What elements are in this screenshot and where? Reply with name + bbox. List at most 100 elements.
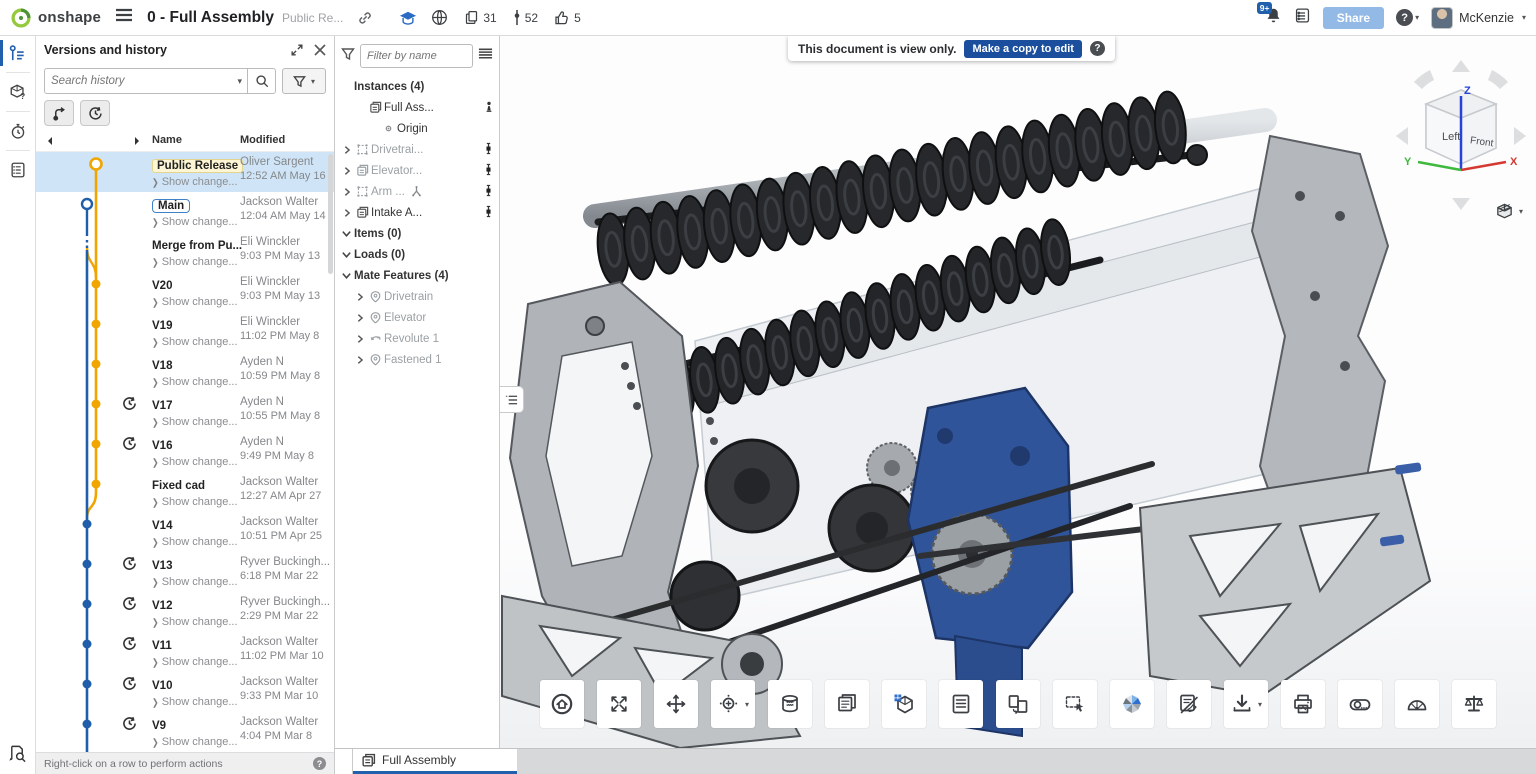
mass-properties-button[interactable] — [1452, 680, 1496, 728]
make-copy-button[interactable]: Make a copy to edit — [964, 40, 1081, 58]
history-search[interactable]: ▾ — [44, 68, 276, 94]
expand-panel-icon[interactable] — [290, 43, 304, 57]
expand-graph-icon[interactable] — [135, 137, 143, 145]
rail-document-search[interactable] — [0, 736, 36, 770]
dropdown-caret[interactable]: ▾ — [1258, 700, 1262, 709]
exploded-view-button[interactable] — [882, 680, 926, 728]
user-menu[interactable]: McKenzie ▾ — [1431, 7, 1526, 29]
pin-icon[interactable] — [482, 163, 495, 179]
show-changes-link[interactable]: Show change... — [162, 256, 238, 268]
instance-item-mate-features-4[interactable]: Mate Features (4) — [335, 265, 499, 286]
list-view-icon[interactable] — [478, 47, 493, 66]
instance-item-arm[interactable]: Arm ... — [335, 181, 499, 202]
rail-versions-history[interactable] — [0, 36, 36, 70]
instance-item-items-0[interactable]: Items (0) — [335, 223, 499, 244]
version-row[interactable]: V19 ❯Show change... Eli Winckler 11:02 P… — [36, 312, 334, 352]
history-search-input[interactable] — [45, 75, 232, 87]
show-changes-chevron[interactable]: ❯ — [152, 257, 159, 268]
show-changes-chevron[interactable]: ❯ — [152, 337, 159, 348]
rail-release-notes[interactable] — [0, 153, 36, 187]
instances-filter-input[interactable] — [360, 44, 473, 68]
show-branches-toggle[interactable] — [44, 100, 74, 126]
branches-count[interactable]: 52 — [513, 9, 538, 26]
show-changes-link[interactable]: Show change... — [162, 216, 238, 228]
tab-full-assembly[interactable]: Full Assembly — [353, 749, 517, 774]
instance-item-elevator[interactable]: Elevator — [335, 307, 499, 328]
viewcube-arrow-left[interactable] — [1396, 127, 1408, 145]
viewcube-arrow-up[interactable] — [1452, 60, 1470, 72]
version-row[interactable]: V14 ❯Show change... Jackson Walter 10:51… — [36, 512, 334, 552]
instance-item-loads-0[interactable]: Loads (0) — [335, 244, 499, 265]
tasks-icon[interactable] — [1294, 7, 1311, 29]
collapse-icon[interactable] — [339, 249, 354, 260]
instance-item-instances-4[interactable]: Instances (4) — [335, 76, 499, 97]
collapse-icon[interactable] — [339, 270, 354, 281]
version-row[interactable]: V11 ❯Show change... Jackson Walter 11:02… — [36, 632, 334, 672]
instance-item-revolute-1[interactable]: Revolute 1 — [335, 328, 499, 349]
banner-help-icon[interactable]: ? — [1090, 41, 1105, 56]
show-changes-link[interactable]: Show change... — [162, 376, 238, 388]
show-changes-link[interactable]: Show change... — [162, 336, 238, 348]
show-changes-chevron[interactable]: ❯ — [152, 217, 159, 228]
export-download-button[interactable]: ▾ — [1224, 680, 1268, 728]
history-filter-button[interactable]: ▾ — [282, 68, 326, 94]
panel-flyout-handle[interactable] — [500, 386, 524, 413]
appearance-button[interactable] — [1110, 680, 1154, 728]
pin-icon[interactable] — [482, 205, 495, 221]
instance-item-intake-a[interactable]: Intake A... — [335, 202, 499, 223]
show-changes-link[interactable]: Show change... — [162, 616, 238, 628]
share-button[interactable]: Share — [1323, 7, 1384, 29]
show-changes-chevron[interactable]: ❯ — [152, 417, 159, 428]
view-options-menu[interactable]: ▾ — [1495, 202, 1523, 221]
instance-item-origin[interactable]: Origin — [335, 118, 499, 139]
print-button[interactable] — [1281, 680, 1325, 728]
viewcube-face-left[interactable]: Left — [1442, 131, 1460, 143]
instance-item-elevator[interactable]: Elevator... — [335, 160, 499, 181]
expand-icon[interactable] — [352, 292, 367, 302]
show-changes-link[interactable]: Show change... — [162, 736, 238, 748]
instance-item-drivetrain[interactable]: Drivetrain — [335, 286, 499, 307]
measure-button[interactable] — [1338, 680, 1382, 728]
show-changes-link[interactable]: Show change... — [162, 416, 238, 428]
viewcube-rotate-right[interactable] — [1488, 70, 1508, 89]
assembly-3d-model[interactable] — [500, 36, 1536, 748]
version-row[interactable]: Fixed cad ❯Show change... Jackson Walter… — [36, 472, 334, 512]
show-changes-link[interactable]: Show change... — [162, 576, 238, 588]
show-changes-link[interactable]: Show change... — [162, 696, 238, 708]
expand-icon[interactable] — [339, 166, 354, 176]
collapse-icon[interactable] — [339, 228, 354, 239]
graphics-viewport[interactable]: This document is view only. Make a copy … — [500, 36, 1536, 748]
version-row[interactable]: Public Release ❯Show change... Oliver Sa… — [36, 152, 334, 192]
show-changes-link[interactable]: Show change... — [162, 296, 238, 308]
expand-icon[interactable] — [339, 145, 354, 155]
pan-button[interactable] — [654, 680, 698, 728]
copy-link-icon[interactable] — [357, 10, 373, 26]
version-row[interactable]: V13 ❯Show change... Ryver Buckingh... 6:… — [36, 552, 334, 592]
show-changes-chevron[interactable]: ❯ — [152, 657, 159, 668]
compare-button[interactable] — [996, 680, 1040, 728]
version-row[interactable]: V16 ❯Show change... Ayden N 9:49 PM May … — [36, 432, 334, 472]
show-changes-link[interactable]: Show change... — [162, 656, 238, 668]
show-changes-chevron[interactable]: ❯ — [152, 697, 159, 708]
main-menu-icon[interactable] — [115, 8, 133, 27]
expand-icon[interactable] — [352, 334, 367, 344]
expand-icon[interactable] — [339, 208, 354, 218]
search-icon[interactable] — [247, 69, 275, 93]
zoom-to-fit-button[interactable] — [597, 680, 641, 728]
version-row[interactable]: V18 ❯Show change... Ayden N 10:59 PM May… — [36, 352, 334, 392]
onshape-logo[interactable]: onshape — [10, 7, 101, 29]
show-changes-chevron[interactable]: ❯ — [152, 497, 159, 508]
version-list-scrollbar[interactable] — [328, 154, 333, 274]
version-row[interactable]: V9 ❯Show change... Jackson Walter 4:04 P… — [36, 712, 334, 752]
view-home-button[interactable] — [540, 680, 584, 728]
show-changes-chevron[interactable]: ❯ — [152, 177, 159, 188]
version-row[interactable]: Merge from Pu... ❯Show change... Eli Win… — [36, 232, 334, 272]
bom-table-button[interactable] — [939, 680, 983, 728]
collapse-graph-icon[interactable] — [44, 137, 52, 145]
show-changes-chevron[interactable]: ❯ — [152, 537, 159, 548]
version-row[interactable]: V12 ❯Show change... Ryver Buckingh... 2:… — [36, 592, 334, 632]
show-changes-link[interactable]: Show change... — [162, 176, 238, 188]
show-changes-chevron[interactable]: ❯ — [152, 457, 159, 468]
show-changes-chevron[interactable]: ❯ — [152, 297, 159, 308]
section-view-button[interactable] — [768, 680, 812, 728]
